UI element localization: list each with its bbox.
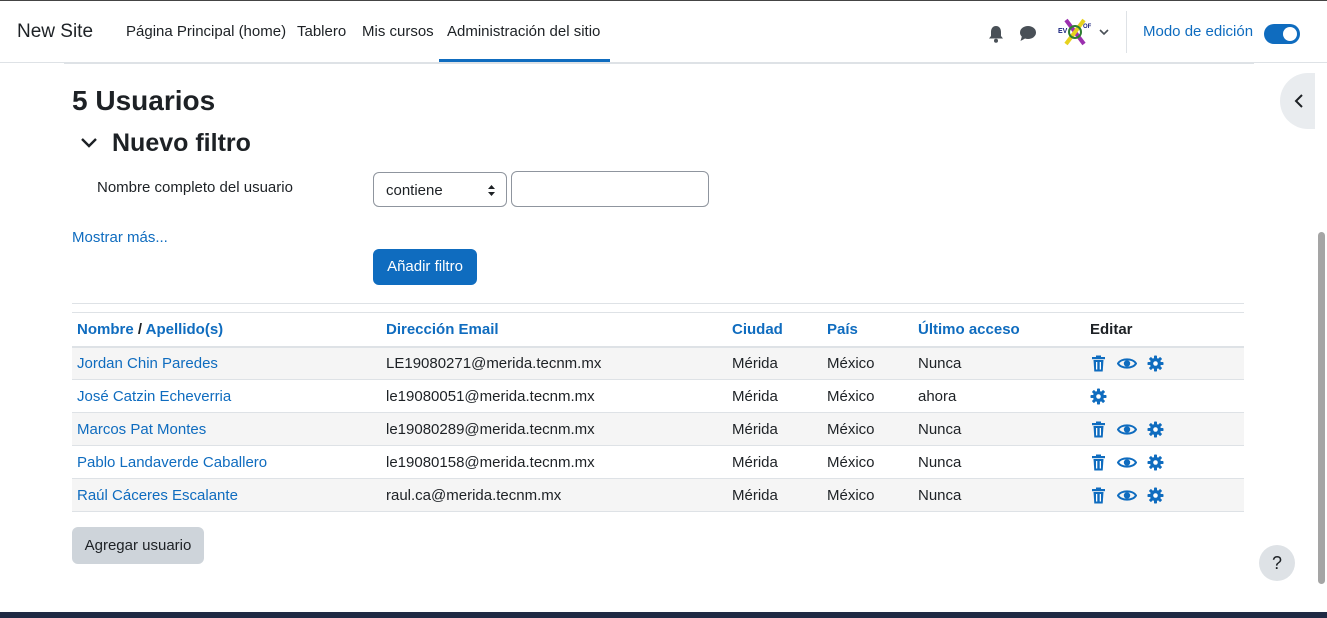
help-button[interactable]: ?: [1259, 545, 1295, 581]
user-country: México: [822, 346, 913, 380]
user-city: Mérida: [727, 478, 822, 512]
column-header-email[interactable]: Dirección Email: [381, 312, 727, 348]
svg-text:OF: OF: [1083, 24, 1092, 30]
user-last-access: Nunca: [913, 445, 1085, 479]
nav-link-dashboard[interactable]: Tablero: [297, 23, 346, 40]
user-city: Mérida: [727, 346, 822, 380]
edit-mode-label: Modo de edición: [1143, 23, 1254, 40]
edit-mode-toggle[interactable]: [1264, 24, 1300, 44]
header-divider: [64, 63, 1254, 64]
eye-icon[interactable]: [1116, 421, 1138, 438]
gear-icon[interactable]: [1147, 454, 1164, 471]
trash-icon[interactable]: [1090, 454, 1107, 471]
add-user-button[interactable]: Agregar usuario: [72, 527, 204, 564]
user-name-link[interactable]: Marcos Pat Montes: [72, 412, 381, 446]
user-actions: [1085, 412, 1244, 446]
gear-icon[interactable]: [1147, 487, 1164, 504]
column-header-name: Nombre / Apellido(s): [72, 312, 381, 348]
gear-icon[interactable]: [1090, 388, 1107, 405]
nav-link-my-courses[interactable]: Mis cursos: [362, 23, 434, 40]
chevron-left-icon: [1294, 94, 1303, 108]
user-actions: [1085, 445, 1244, 479]
user-last-access: Nunca: [913, 478, 1085, 512]
column-header-edit: Editar: [1085, 312, 1244, 348]
user-actions: [1085, 346, 1244, 380]
eye-icon[interactable]: [1116, 454, 1138, 471]
table-row: José Catzin Echeverria le19080051@merida.…: [72, 379, 1244, 413]
chevron-down-icon[interactable]: [80, 136, 98, 150]
top-navbar: New Site Página Principal (home) Tablero…: [0, 0, 1327, 63]
user-email: LE19080271@merida.tecnm.mx: [381, 346, 727, 380]
user-email: le19080051@merida.tecnm.mx: [381, 379, 727, 413]
user-email: le19080158@merida.tecnm.mx: [381, 445, 727, 479]
filter-field-label: Nombre completo del usuario: [97, 179, 293, 196]
column-header-city[interactable]: Ciudad: [727, 312, 822, 348]
trash-icon[interactable]: [1090, 355, 1107, 372]
user-last-access: Nunca: [913, 412, 1085, 446]
user-email: le19080289@merida.tecnm.mx: [381, 412, 727, 446]
nav-link-home[interactable]: Página Principal (home): [126, 23, 286, 40]
user-name-link[interactable]: José Catzin Echeverria: [72, 379, 381, 413]
user-city: Mérida: [727, 412, 822, 446]
user-country: México: [822, 478, 913, 512]
user-city: Mérida: [727, 445, 822, 479]
nav-divider: [1126, 11, 1127, 53]
trash-icon[interactable]: [1090, 421, 1107, 438]
users-table: Nombre / Apellido(s) Dirección Email Ciu…: [72, 312, 1244, 512]
nav-link-site-admin[interactable]: Administración del sitio: [447, 23, 600, 40]
filter-operator-value: contiene: [386, 182, 443, 199]
filter-section-title[interactable]: Nuevo filtro: [112, 129, 251, 158]
eye-icon[interactable]: [1116, 355, 1138, 372]
table-header-row: Nombre / Apellido(s) Dirección Email Ciu…: [72, 312, 1244, 348]
chevron-down-icon[interactable]: [1098, 27, 1110, 37]
site-brand[interactable]: New Site: [17, 21, 93, 43]
user-actions: [1085, 379, 1244, 413]
scrollbar-thumb[interactable]: [1318, 232, 1325, 584]
show-more-link[interactable]: Mostrar más...: [72, 229, 168, 246]
gear-icon[interactable]: [1147, 421, 1164, 438]
toggle-knob: [1283, 27, 1297, 41]
bell-icon[interactable]: [988, 25, 1004, 43]
user-avatar[interactable]: EV OF: [1056, 16, 1094, 48]
add-filter-button[interactable]: Añadir filtro: [373, 249, 477, 285]
user-last-access: ahora: [913, 379, 1085, 413]
gear-icon[interactable]: [1147, 355, 1164, 372]
page-title: 5 Usuarios: [72, 85, 216, 116]
trash-icon[interactable]: [1090, 487, 1107, 504]
column-header-last-access[interactable]: Último acceso: [913, 312, 1085, 348]
table-row: Marcos Pat Montes le19080289@merida.tecnm…: [72, 412, 1244, 446]
filter-operator-select[interactable]: contiene: [373, 172, 507, 207]
eye-icon[interactable]: [1116, 487, 1138, 504]
column-header-country[interactable]: País: [822, 312, 913, 348]
chat-icon[interactable]: [1019, 25, 1037, 42]
user-name-link[interactable]: Jordan Chin Paredes: [72, 346, 381, 380]
user-name-link[interactable]: Raúl Cáceres Escalante: [72, 478, 381, 512]
user-actions: [1085, 478, 1244, 512]
user-country: México: [822, 412, 913, 446]
header-separator: /: [137, 320, 143, 338]
user-country: México: [822, 379, 913, 413]
user-country: México: [822, 445, 913, 479]
table-row: Raúl Cáceres Escalante raul.ca@merida.tec…: [72, 478, 1244, 512]
table-row: Pablo Landaverde Caballero le19080158@mer…: [72, 445, 1244, 479]
filter-value-input[interactable]: [511, 171, 709, 207]
user-last-access: Nunca: [913, 346, 1085, 380]
section-divider: [72, 303, 1244, 304]
os-taskbar: [0, 612, 1327, 618]
sort-last-name-link[interactable]: Apellido(s): [146, 321, 224, 338]
table-row: Jordan Chin Paredes LE19080271@merida.tec…: [72, 346, 1244, 380]
sort-first-name-link[interactable]: Nombre: [77, 321, 134, 338]
user-city: Mérida: [727, 379, 822, 413]
user-email: raul.ca@merida.tecnm.mx: [381, 478, 727, 512]
svg-text:EV: EV: [1058, 28, 1068, 35]
user-name-link[interactable]: Pablo Landaverde Caballero: [72, 445, 381, 479]
active-tab-indicator: [439, 59, 610, 62]
select-arrows-icon: [488, 185, 495, 196]
